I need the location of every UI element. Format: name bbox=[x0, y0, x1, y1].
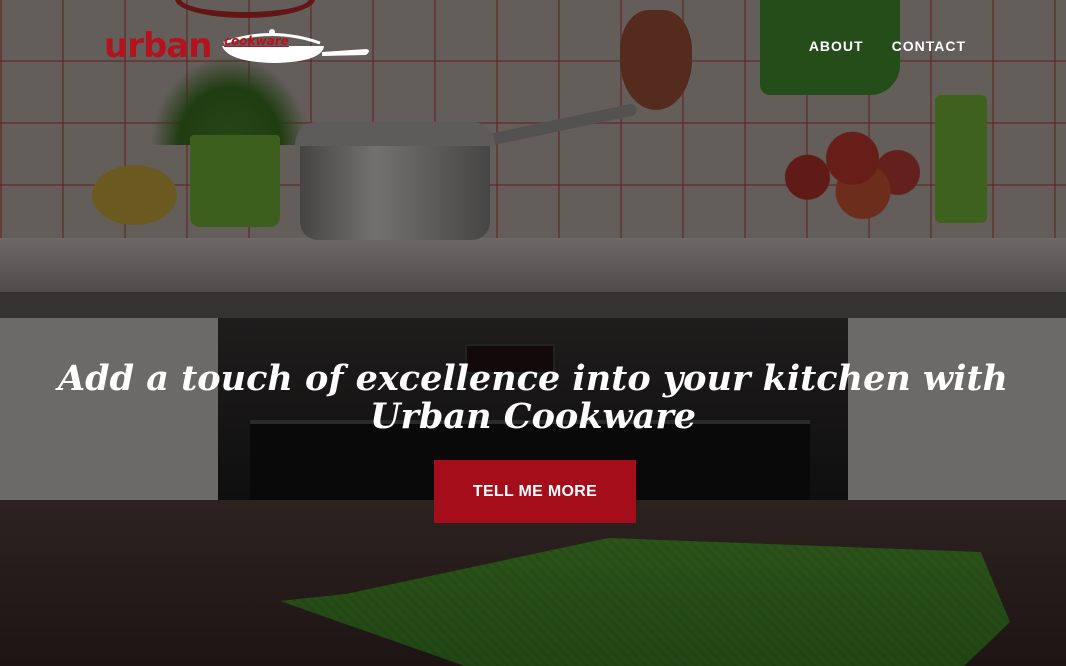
main-nav: ABOUT CONTACT bbox=[809, 38, 966, 54]
hero-headline: Add a touch of excellence into your kitc… bbox=[0, 360, 1066, 436]
brand-logo[interactable]: urban cookware bbox=[104, 26, 372, 68]
nav-link-contact[interactable]: CONTACT bbox=[892, 38, 966, 54]
kitchen-background-image bbox=[0, 0, 1066, 666]
headline-line-2: Urban Cookware bbox=[369, 396, 697, 437]
headline-line-1: Add a touch of excellence into your kitc… bbox=[57, 358, 1009, 399]
hero-section: urban cookware ABOUT CONTACT Add a touch… bbox=[0, 0, 1066, 666]
tell-me-more-button[interactable]: TELL ME MORE bbox=[434, 460, 636, 523]
dark-overlay bbox=[0, 0, 1066, 666]
logo-wordmark-urban: urban bbox=[104, 26, 212, 66]
nav-link-about[interactable]: ABOUT bbox=[809, 38, 864, 54]
logo-wordmark-cookware: cookware bbox=[224, 34, 289, 48]
